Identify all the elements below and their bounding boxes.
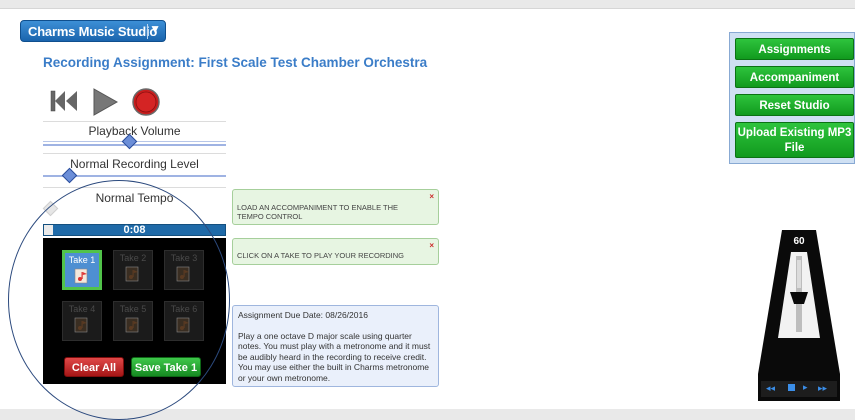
clear-all-button[interactable]: Clear All — [64, 357, 124, 377]
save-take-button[interactable]: Save Take 1 — [131, 357, 201, 377]
take-label: Take 1 — [68, 255, 96, 265]
take-6-button[interactable]: Take 6 — [164, 301, 204, 341]
playback-volume-label: Playback Volume — [88, 124, 181, 138]
take-label: Take 6 — [170, 304, 198, 314]
divider — [43, 121, 226, 122]
take-2-button[interactable]: Take 2 — [113, 250, 153, 290]
take-3-button[interactable]: Take 3 — [164, 250, 204, 290]
audio-file-icon — [73, 268, 91, 284]
studio-menu-label: Charms Music Studio — [28, 23, 158, 39]
due-date: Assignment Due Date: 08/26/2016 — [238, 310, 368, 320]
rewind-icon[interactable]: ◂◂ — [766, 383, 775, 394]
take-1-button[interactable]: Take 1 — [62, 250, 102, 290]
assignment-description: Play a one octave D major scale using qu… — [238, 330, 431, 383]
studio-menu-separator — [147, 24, 148, 39]
reset-studio-button[interactable]: Reset Studio — [735, 94, 854, 116]
progress-time: 0:08 — [123, 224, 146, 236]
stop-icon[interactable] — [788, 384, 795, 391]
tempo-notice: × LOAD AN ACCOMPANIMENT TO ENABLE THE TE… — [232, 189, 439, 225]
recording-level-slider[interactable]: Normal Recording Level — [43, 157, 226, 184]
bottom-bar — [0, 409, 855, 420]
audio-file-icon — [124, 317, 142, 333]
close-icon[interactable]: × — [429, 241, 434, 250]
take-4-button[interactable]: Take 4 — [62, 301, 102, 341]
take-label: Take 4 — [68, 304, 96, 314]
divider — [43, 153, 226, 154]
tempo-label: Normal Tempo — [95, 191, 174, 205]
recording-progress-bar[interactable]: 0:08 — [43, 224, 226, 236]
studio-menu-button[interactable]: Charms Music Studio ▼ — [20, 20, 166, 42]
take-label: Take 3 — [170, 253, 198, 263]
upload-mp3-button[interactable]: Upload Existing MP3 File — [735, 122, 854, 158]
take-notice: × CLICK ON A TAKE TO PLAY YOUR RECORDING — [232, 238, 439, 265]
metronome[interactable]: 60 ◂◂ ▸ ▸▸ — [758, 226, 840, 401]
take-notice-text: CLICK ON A TAKE TO PLAY YOUR RECORDING — [237, 251, 404, 260]
take-label: Take 2 — [119, 253, 147, 263]
chevron-down-icon: ▼ — [149, 22, 161, 36]
page-title: Recording Assignment: First Scale Test C… — [43, 55, 428, 70]
audio-file-icon — [175, 317, 193, 333]
tempo-slider: Normal Tempo — [42, 191, 226, 217]
audio-file-icon — [175, 266, 193, 282]
assignment-details: Assignment Due Date: 08/26/2016 Play a o… — [232, 305, 439, 387]
fast-forward-icon[interactable]: ▸▸ — [818, 383, 827, 394]
take-label: Take 5 — [119, 304, 147, 314]
take-5-button[interactable]: Take 5 — [113, 301, 153, 341]
divider — [43, 187, 226, 188]
side-button-panel: Assignments Accompaniment Reset Studio U… — [729, 32, 855, 164]
play-icon[interactable] — [92, 88, 119, 121]
assignments-button[interactable]: Assignments — [735, 38, 854, 60]
close-icon[interactable]: × — [429, 192, 434, 201]
play-icon[interactable]: ▸ — [803, 382, 808, 393]
audio-file-icon — [73, 317, 91, 333]
playback-volume-slider[interactable]: Playback Volume — [43, 124, 226, 150]
accompaniment-button[interactable]: Accompaniment — [735, 66, 854, 88]
progress-fill — [44, 225, 54, 235]
metronome-bpm: 60 — [793, 236, 805, 247]
rewind-icon[interactable] — [50, 88, 78, 119]
top-bar — [0, 0, 855, 8]
audio-file-icon — [124, 266, 142, 282]
slider-track-bold — [43, 144, 226, 146]
tempo-notice-text: LOAD AN ACCOMPANIMENT TO ENABLE THE TEMP… — [237, 203, 399, 221]
record-icon[interactable] — [132, 88, 160, 121]
